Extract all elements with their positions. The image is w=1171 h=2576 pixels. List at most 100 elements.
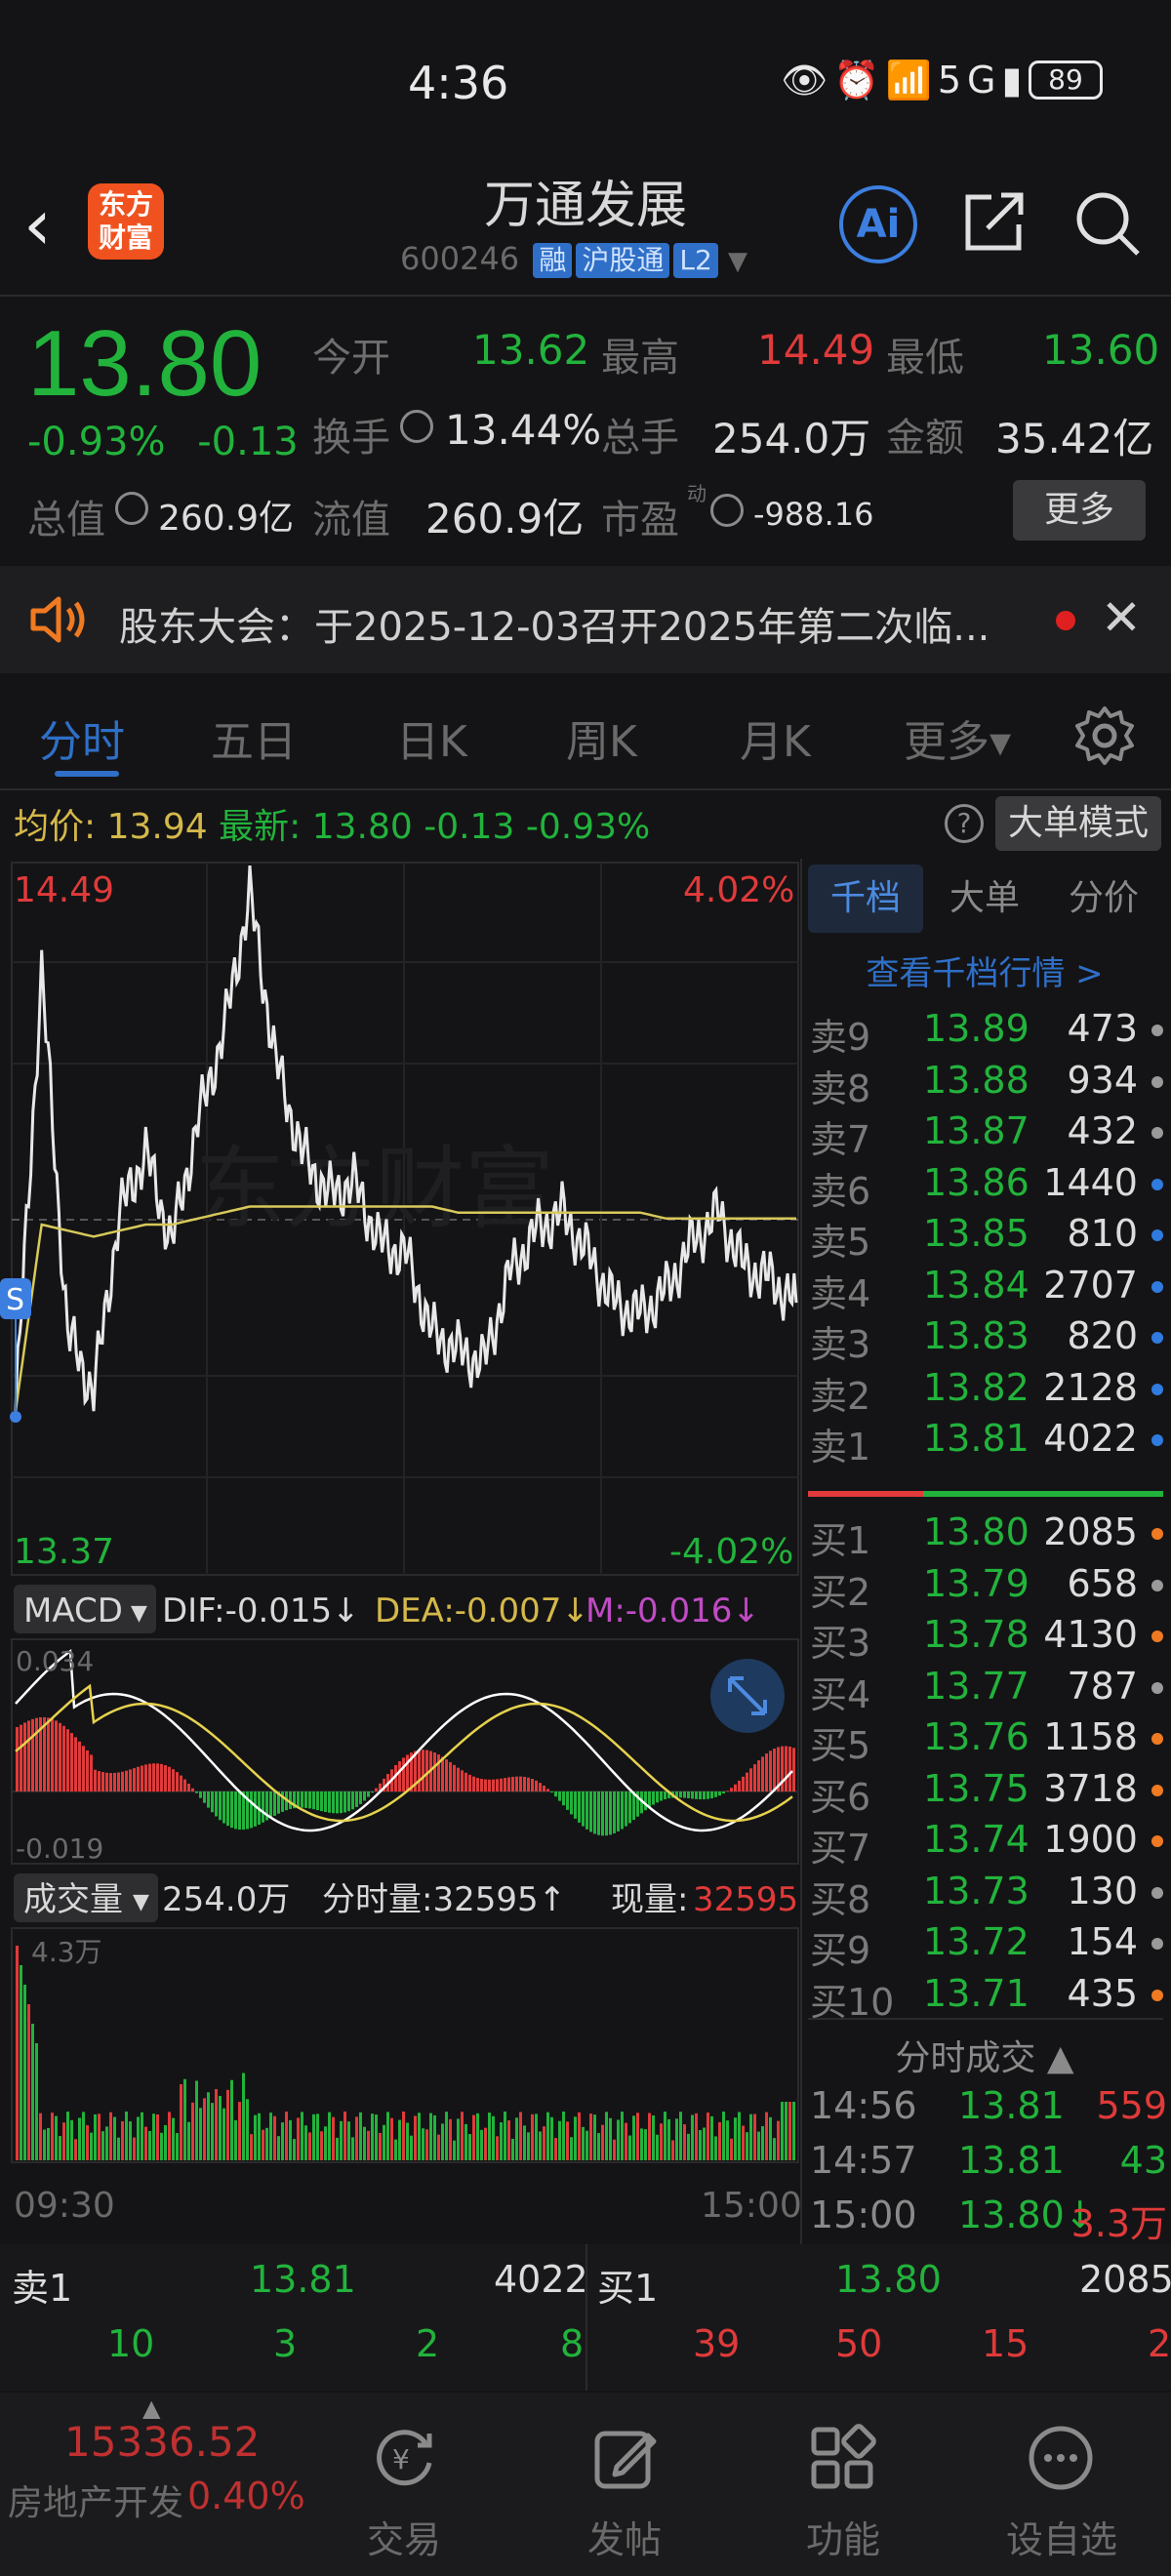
macd-dea-line bbox=[15, 1683, 793, 1823]
more-button[interactable]: 更多 bbox=[1013, 480, 1146, 541]
nav-function[interactable]: 功能 bbox=[775, 2510, 911, 2563]
tab-big-order[interactable]: 大单 bbox=[927, 865, 1042, 933]
bid-row[interactable]: 买8 13.73 130 bbox=[810, 1870, 1167, 1921]
order-book-split bbox=[808, 1491, 1163, 1497]
back-button[interactable]: ‹ bbox=[23, 185, 82, 263]
bid-row[interactable]: 买3 13.78 4130 bbox=[810, 1613, 1167, 1665]
volume-bar bbox=[781, 2102, 784, 2160]
tab-monthly[interactable]: 月K bbox=[740, 706, 811, 769]
info-icon[interactable] bbox=[400, 410, 433, 443]
ai-button[interactable]: Ai bbox=[839, 185, 917, 263]
bid-row[interactable]: 买9 13.72 154 bbox=[810, 1920, 1167, 1972]
close-icon[interactable]: ✕ bbox=[1101, 589, 1142, 646]
volume-bar bbox=[207, 2092, 210, 2160]
macd-bar bbox=[129, 1769, 132, 1791]
ask-row[interactable]: 卖1 13.81 4022 bbox=[810, 1417, 1167, 1469]
macd-bar bbox=[359, 1791, 362, 1804]
bid-row[interactable]: 买10 13.71 435 bbox=[810, 1972, 1167, 2024]
macd-bar bbox=[707, 1791, 709, 1799]
trades-title[interactable]: 分时成交 ▲ bbox=[808, 2030, 1161, 2080]
trade-volume: 43 bbox=[1119, 2139, 1167, 2182]
level-volume: 934 bbox=[1067, 1058, 1138, 1102]
help-icon[interactable]: ? bbox=[945, 804, 984, 843]
level-dot bbox=[1151, 1178, 1163, 1190]
macd-bar bbox=[609, 1791, 612, 1835]
volume-bar bbox=[39, 2113, 42, 2160]
ask-row[interactable]: 卖6 13.86 1440 bbox=[810, 1161, 1167, 1213]
volume-bar bbox=[289, 2119, 292, 2160]
level-volume: 1158 bbox=[1043, 1715, 1138, 1758]
intraday-chart[interactable]: 东方财富 S 14.49 4.02% 13.37 -4.02% MACD ▼ D… bbox=[0, 859, 800, 2244]
panel-divider bbox=[800, 859, 802, 2244]
post-icon[interactable] bbox=[591, 2424, 660, 2492]
info-icon[interactable] bbox=[710, 494, 744, 527]
ask-row[interactable]: 卖2 13.82 2128 bbox=[810, 1366, 1167, 1418]
volume-bar bbox=[219, 2096, 222, 2160]
bid-row[interactable]: 买1 13.80 2085 bbox=[810, 1510, 1167, 1562]
macd-bar bbox=[543, 1785, 545, 1791]
macd-bar bbox=[183, 1779, 186, 1791]
tab-price-dist[interactable]: 分价 bbox=[1046, 865, 1161, 933]
index-name[interactable]: 房地产开发 bbox=[8, 2475, 183, 2525]
volume-value: 254.0万 bbox=[712, 415, 871, 463]
level-label: 买10 bbox=[810, 1980, 895, 2024]
ask-row[interactable]: 卖5 13.85 810 bbox=[810, 1212, 1167, 1264]
ask-row[interactable]: 卖8 13.88 934 bbox=[810, 1058, 1167, 1110]
gear-icon[interactable] bbox=[1073, 704, 1136, 767]
volume-bar bbox=[519, 2112, 522, 2160]
macd-bar bbox=[418, 1750, 421, 1791]
macd-bar bbox=[55, 1720, 58, 1791]
macd-bar bbox=[718, 1791, 721, 1796]
macd-bar bbox=[621, 1791, 624, 1830]
index-value[interactable]: 15336.52 bbox=[64, 2418, 260, 2466]
tab-weekly[interactable]: 周K bbox=[566, 706, 637, 769]
level-volume: 820 bbox=[1067, 1314, 1138, 1357]
macd-bar bbox=[20, 1724, 22, 1791]
bid-row[interactable]: 买2 13.79 658 bbox=[810, 1562, 1167, 1614]
index-pct[interactable]: 0.40% bbox=[187, 2475, 305, 2517]
more-dots-icon[interactable] bbox=[1027, 2424, 1095, 2492]
bid-row[interactable]: 买4 13.77 787 bbox=[810, 1665, 1167, 1716]
tab-daily[interactable]: 日K bbox=[396, 706, 467, 769]
ask-row[interactable]: 卖9 13.89 473 bbox=[810, 1007, 1167, 1059]
big-order-mode-button[interactable]: 大单模式 bbox=[995, 796, 1161, 851]
volume-bar bbox=[347, 2121, 350, 2160]
volume-bar bbox=[273, 2115, 276, 2160]
volume-bar bbox=[35, 2043, 38, 2160]
chevron-down-icon[interactable]: ▼ bbox=[728, 247, 747, 276]
volume-bar bbox=[718, 2121, 721, 2160]
level-label: 卖2 bbox=[810, 1374, 871, 1418]
ask-row[interactable]: 卖3 13.83 820 bbox=[810, 1314, 1167, 1366]
tab-intraday[interactable]: 分时 bbox=[39, 706, 125, 769]
tab-more[interactable]: 更多▾ bbox=[904, 706, 1011, 769]
ask-row[interactable]: 卖4 13.84 2707 bbox=[810, 1264, 1167, 1315]
volume-bar bbox=[570, 2137, 573, 2160]
function-icon[interactable] bbox=[808, 2424, 876, 2492]
time-start: 09:30 bbox=[14, 2186, 115, 2226]
level-volume: 810 bbox=[1067, 1212, 1138, 1255]
tab-5day[interactable]: 五日 bbox=[211, 706, 297, 769]
depth-link[interactable]: 查看千档行情 > bbox=[808, 946, 1161, 994]
share-icon[interactable] bbox=[962, 189, 1027, 254]
search-icon[interactable] bbox=[1071, 187, 1142, 258]
trade-icon[interactable]: ¥ bbox=[371, 2424, 439, 2492]
bid-row[interactable]: 买6 13.75 3718 bbox=[810, 1767, 1167, 1819]
info-icon[interactable] bbox=[115, 492, 148, 525]
nav-trade[interactable]: 交易 bbox=[336, 2510, 472, 2563]
ask-count: 8 bbox=[560, 2322, 585, 2365]
macd-bar bbox=[226, 1791, 229, 1827]
macd-bar bbox=[355, 1791, 358, 1807]
bid-row[interactable]: 买5 13.76 1158 bbox=[810, 1715, 1167, 1767]
macd-bar bbox=[433, 1752, 436, 1791]
macd-bar bbox=[519, 1776, 522, 1791]
nav-post[interactable]: 发帖 bbox=[556, 2510, 693, 2563]
notice-text[interactable]: 股东大会：于2025-12-03召开2025年第二次临... bbox=[119, 595, 989, 652]
nav-add-watchlist[interactable]: 设自选 bbox=[993, 2510, 1130, 2563]
trade-time: 15:00 bbox=[810, 2194, 917, 2236]
macd-bar bbox=[215, 1791, 218, 1817]
bid-row[interactable]: 买7 13.74 1900 bbox=[810, 1818, 1167, 1870]
level-label: 卖9 bbox=[810, 1016, 871, 1059]
tab-depth[interactable]: 千档 bbox=[808, 865, 923, 933]
ask-row[interactable]: 卖7 13.87 432 bbox=[810, 1109, 1167, 1161]
macd-bar bbox=[363, 1791, 366, 1801]
